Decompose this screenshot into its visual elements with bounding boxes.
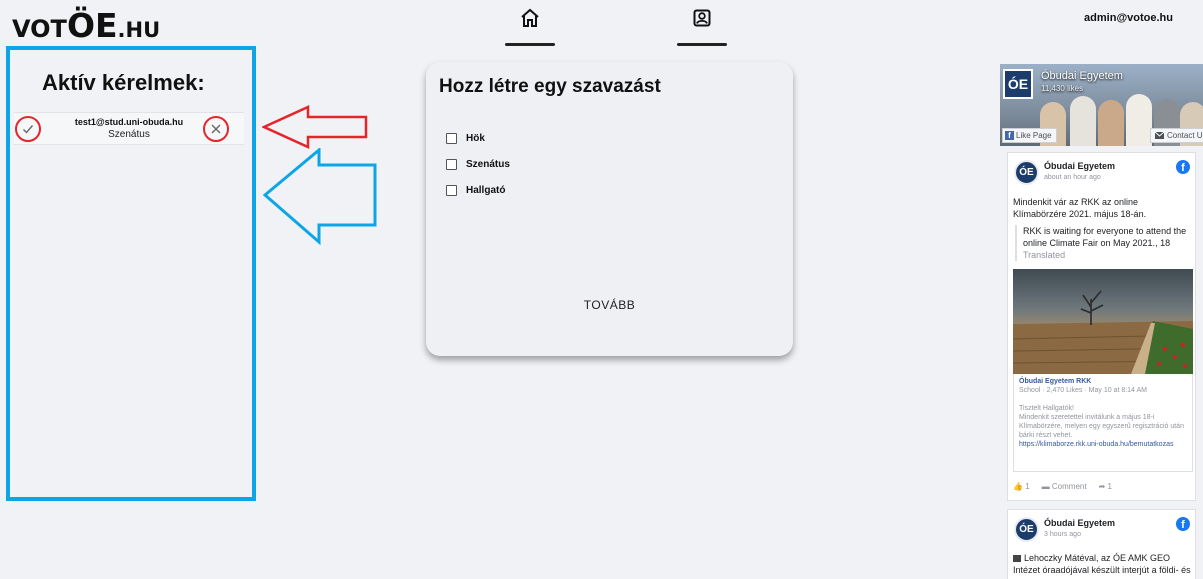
fb-page-likes: 11,430 likes [1041,84,1084,93]
site-logo[interactable]: VOTÖE.HU [12,6,160,45]
fb-post: ÓE Óbudai Egyetem 3 hours ago f Lehoczky… [1007,509,1196,579]
request-item: test1@stud.uni-obuda.hu Szenátus [14,112,244,145]
post-text: Mindenkit vár az RKK az online Klímabörz… [1013,197,1147,219]
contact-us-button[interactable]: Contact Us [1150,128,1203,143]
post-text: Lehoczky Mátéval, az ÓE AMK GEO Intézet … [1013,552,1193,576]
like-action[interactable]: 👍 1 [1013,482,1030,491]
home-icon [521,8,539,27]
check-icon [23,125,34,134]
comment-label: Comment [1051,482,1087,491]
fb-post: ÓE Óbudai Egyetem about an hour ago f Mi… [1007,152,1196,501]
fb-page-logo[interactable]: ÓE [1003,69,1033,99]
fb-page-name[interactable]: Óbudai Egyetem [1041,70,1123,82]
nav-home-button[interactable] [505,8,555,46]
shared-body-line-1: Tisztelt Hallgatók! [1019,405,1074,412]
post-actions: 👍 1 ▬ Comment ➦ 1 [1013,482,1112,491]
option-szenatus[interactable]: Szenátus [446,159,510,170]
post-2-text: Lehoczky Mátéval, az ÓE AMK GEO Intézet … [1013,553,1191,575]
logo-part-2: ÖE [66,6,118,45]
checkbox-szenatus[interactable] [446,159,457,170]
translation-text: RKK is waiting for everyone to attend th… [1023,226,1187,248]
post-translation: RKK is waiting for everyone to attend th… [1015,225,1191,261]
close-icon [211,124,221,134]
profile-icon [693,9,711,27]
nav-profile-button[interactable] [677,8,727,46]
vote-title: Hozz létre egy szavazást [439,76,661,97]
accept-request-button[interactable] [15,116,41,142]
share-icon: ➦ [1098,482,1106,491]
checkbox-hok[interactable] [446,133,457,144]
user-email[interactable]: admin@votoe.hu [1084,12,1173,24]
avatar[interactable]: ÓE [1014,517,1039,542]
facebook-logo-icon[interactable]: f [1176,160,1190,174]
post-author[interactable]: Óbudai Egyetem [1044,161,1115,171]
facebook-page-widget: ÓE Óbudai Egyetem 11,430 likes f Like Pa… [1000,64,1203,579]
shared-page-name[interactable]: Óbudai Egyetem RKK [1019,378,1091,385]
checkbox-hallgato[interactable] [446,185,457,196]
like-page-button[interactable]: f Like Page [1002,128,1057,143]
shared-body-line-2: Mindenkit szeretettel invitálunk a május… [1019,414,1184,439]
option-szenatus-label: Szenátus [466,159,510,170]
option-hok-label: Hök [466,133,485,144]
continue-button[interactable]: TOVÁBB [426,298,793,312]
requests-title: Aktív kérelmek: [42,70,205,95]
option-hok[interactable]: Hök [446,133,485,144]
shared-body: Tisztelt Hallgatók! Mindenkit szeretette… [1019,404,1191,449]
contact-us-label: Contact Us [1167,131,1203,140]
camera-icon [1013,555,1021,562]
thumbs-up-icon: 👍 [1013,482,1023,491]
post-time[interactable]: about an hour ago [1044,174,1101,181]
shared-post-card[interactable]: Óbudai Egyetem RKK School · 2,470 Likes … [1013,374,1193,472]
post-image[interactable] [1013,269,1193,374]
post-author[interactable]: Óbudai Egyetem [1044,518,1115,528]
avatar[interactable]: ÓE [1014,160,1039,185]
like-count: 1 [1025,482,1030,491]
mail-icon [1155,132,1164,139]
fb-cover-photo[interactable]: ÓE Óbudai Egyetem 11,430 likes f Like Pa… [1000,64,1203,146]
post-time[interactable]: 3 hours ago [1044,531,1081,538]
create-vote-card: Hozz létre egy szavazást Hök Szenátus Ha… [426,62,793,356]
facebook-logo-icon[interactable]: f [1176,517,1190,531]
logo-part-1: VOT [12,15,67,43]
share-count: 1 [1107,482,1112,491]
landscape-image [1013,290,1193,374]
like-page-label: Like Page [1016,131,1052,140]
reject-request-button[interactable] [203,116,229,142]
translated-label[interactable]: Translated [1023,249,1191,261]
red-arrow-annotation [262,105,368,149]
active-requests-panel: Aktív kérelmek: test1@stud.uni-obuda.hu … [6,46,256,501]
blue-arrow-annotation [263,148,377,246]
share-action[interactable]: ➦ 1 [1099,482,1112,491]
comment-action[interactable]: ▬ Comment [1042,482,1087,491]
shared-link[interactable]: https://klimaborze.rkk.uni-obuda.hu/bemu… [1019,440,1191,449]
option-hallgato-label: Hallgató [466,185,506,196]
shared-meta: School · 2,470 Likes · May 10 at 8:14 AM [1019,387,1148,394]
logo-part-3: .HU [117,18,161,42]
option-hallgato[interactable]: Hallgató [446,185,505,196]
comment-icon: ▬ [1041,482,1050,491]
facebook-f-icon: f [1005,131,1014,140]
